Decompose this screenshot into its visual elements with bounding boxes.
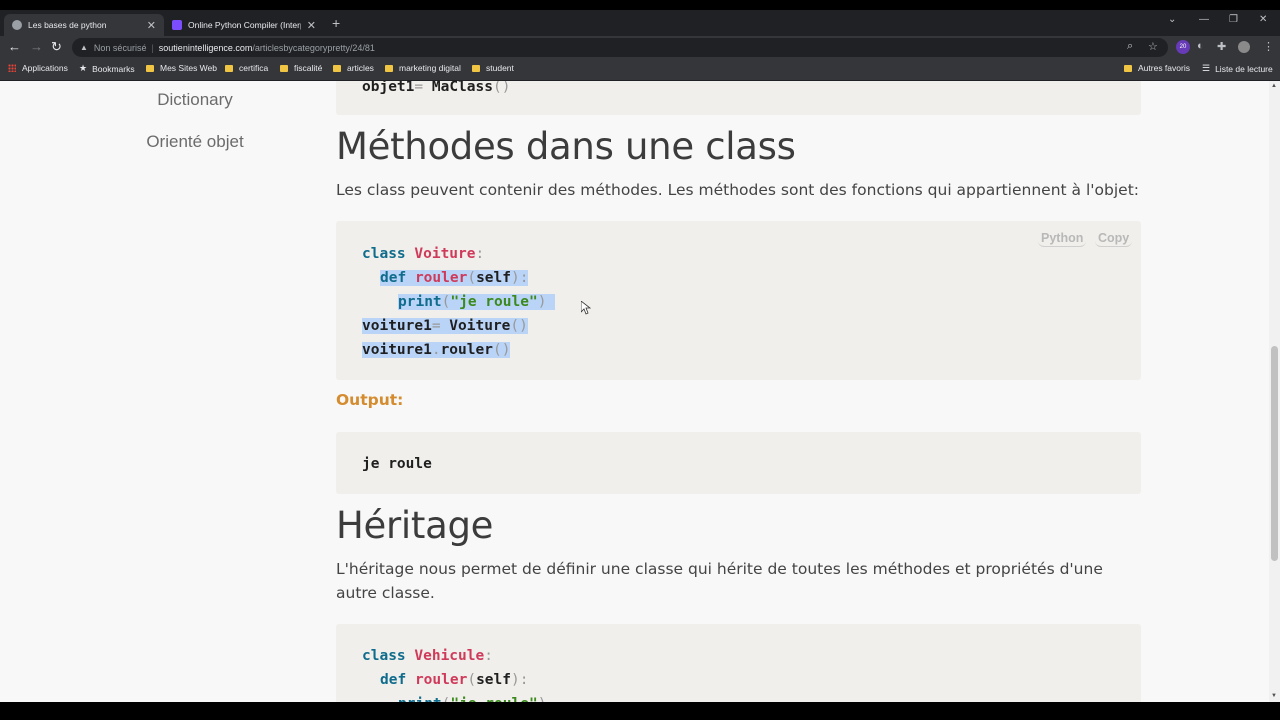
address-path: /articlesbycategorypretty/24/81 [252,42,375,53]
bookmark-label: articles [347,63,374,73]
tab-bar: Les bases de python ✕ Online Python Comp… [0,10,1280,36]
scrollbar-thumb[interactable] [1271,346,1278,561]
bookmark-label: Mes Sites Web [160,63,218,73]
section-heading-methodes: Méthodes dans une class [336,125,796,168]
bottom-black-bar [0,702,1280,720]
address-bar[interactable]: ▲ Non sécurisé | soutienintelligence.com… [72,38,1168,57]
bookmark-label: Bookmarks [92,63,135,74]
folder-icon [146,64,154,72]
tab-online-python-compiler[interactable]: Online Python Compiler (Interpre ✕ [164,14,324,36]
globe-icon [12,20,22,30]
code-block-vehicule: class Vehicule: def rouler(self): print(… [336,624,1141,702]
reload-icon[interactable]: ↻ [51,39,62,55]
section-paragraph-methodes: Les class peuvent contenir des méthodes.… [336,181,1139,199]
output-label: Output: [336,391,404,409]
compiler-favicon-icon [172,20,182,30]
forward-arrow-icon[interactable]: → [30,39,43,54]
back-arrow-icon[interactable]: ← [8,39,21,54]
scroll-down-arrow-icon[interactable]: ▼ [1271,693,1277,699]
address-separator: | [151,42,154,53]
page-scrollbar[interactable]: ▲ ▼ [1269,81,1280,702]
bookmark-articles[interactable]: articles [333,63,374,73]
browser-chrome: Les bases de python ✕ Online Python Comp… [0,0,1280,81]
bookmark-liste-de-lecture[interactable]: ☰ Liste de lecture [1202,63,1273,74]
bookmarks-bar: Applications ★ Bookmarks Mes Sites Web ce… [0,59,1280,81]
new-tab-plus-icon[interactable]: + [332,15,340,31]
bookmark-star-icon[interactable]: ☆ [1148,40,1158,53]
bookmark-fiscalite[interactable]: fiscalité [280,63,322,73]
code-line: def rouler(self): [380,672,529,688]
bookmark-label: certifica [239,63,269,73]
code-line: print("je roule") [398,692,546,702]
folder-icon [225,64,233,72]
close-icon[interactable]: ✕ [147,19,156,32]
code-line-selected: voiture1= Voiture() [362,318,528,334]
bookmark-autres-favoris[interactable]: Autres favoris [1124,63,1190,73]
bookmark-marketing-digital[interactable]: marketing digital [385,63,461,73]
tab-title: Les bases de python [28,20,107,30]
tab-les-bases-de-python[interactable]: Les bases de python ✕ [4,14,164,36]
bookmark-label: Autres favoris [1138,63,1190,73]
extension-badge[interactable]: 20 [1176,40,1190,54]
language-badge: Python [1038,231,1087,247]
profile-avatar[interactable] [1238,41,1250,53]
address-host: soutienintelligence.com [158,42,253,53]
sidebar-item-dictionary[interactable]: Dictionary [0,90,390,110]
previous-code-block: objet1= MaClass() [336,81,1141,115]
bookmark-label: student [486,63,514,73]
sidebar-item-oriente-objet[interactable]: Orienté objet [0,132,390,152]
tab-title: Online Python Compiler (Interpre [188,20,301,30]
code-line: objet1= MaClass() [362,81,511,95]
security-label: Non sécurisé [93,42,147,53]
section-heading-heritage: Héritage [336,504,494,547]
code-line-selected: def rouler(self): [380,270,529,286]
restore-icon[interactable]: ❐ [1229,14,1238,25]
tab-search-chevron-icon[interactable]: ⌄ [1168,14,1176,25]
bookmark-label: Liste de lecture [1215,63,1273,74]
code-line: class Vehicule: [362,648,493,664]
bookmark-applications[interactable]: Applications [8,63,68,73]
code-line-selected: voiture1.rouler() [362,342,511,358]
star-icon: ★ [79,63,88,73]
apps-grid-icon [8,64,16,72]
copy-button[interactable]: Copy [1095,231,1133,247]
bookmark-label: Applications [22,63,68,73]
close-icon[interactable]: ✕ [307,19,316,32]
scroll-up-arrow-icon[interactable]: ▲ [1271,83,1277,89]
folder-icon [1124,64,1132,72]
puzzle-icon[interactable]: ✚ [1217,40,1226,53]
menu-icon[interactable]: ⋮ [1263,40,1274,53]
bookmark-bookmarks[interactable]: ★ Bookmarks [79,63,135,74]
mouse-pointer-icon [581,301,591,315]
top-strip [0,0,1280,10]
folder-icon [472,64,480,72]
toolbar: ← → ↻ ▲ Non sécurisé | soutienintelligen… [0,36,1280,59]
section-paragraph-heritage: L'héritage nous permet de définir une cl… [336,560,1103,602]
reading-list-icon: ☰ [1202,63,1211,73]
window-close-icon[interactable]: ✕ [1259,14,1267,25]
output-block: je roule [336,432,1141,494]
code-block-voiture: Python Copy class Voiture: def rouler(se… [336,221,1141,380]
minimize-icon[interactable]: — [1199,14,1209,25]
zoom-icon[interactable]: ⌕ [1127,40,1133,53]
bookmark-label: fiscalité [294,63,323,73]
bookmark-mes-sites-web[interactable]: Mes Sites Web [146,63,217,73]
code-line: class Voiture: [362,246,485,262]
folder-icon [333,64,341,72]
folder-icon [385,64,393,72]
output-text: je roule [362,456,432,472]
page-viewport: Dictionary Orienté objet objet1= MaClass… [0,81,1269,702]
bookmark-label: marketing digital [399,63,461,73]
folder-icon [280,64,288,72]
bookmark-certifica[interactable]: certifica [225,63,268,73]
code-line-selected: print("je roule") [398,290,556,314]
warning-icon: ▲ [80,43,88,52]
extension-icon[interactable]: ◐ [1197,40,1204,52]
bookmark-student[interactable]: student [472,63,514,73]
